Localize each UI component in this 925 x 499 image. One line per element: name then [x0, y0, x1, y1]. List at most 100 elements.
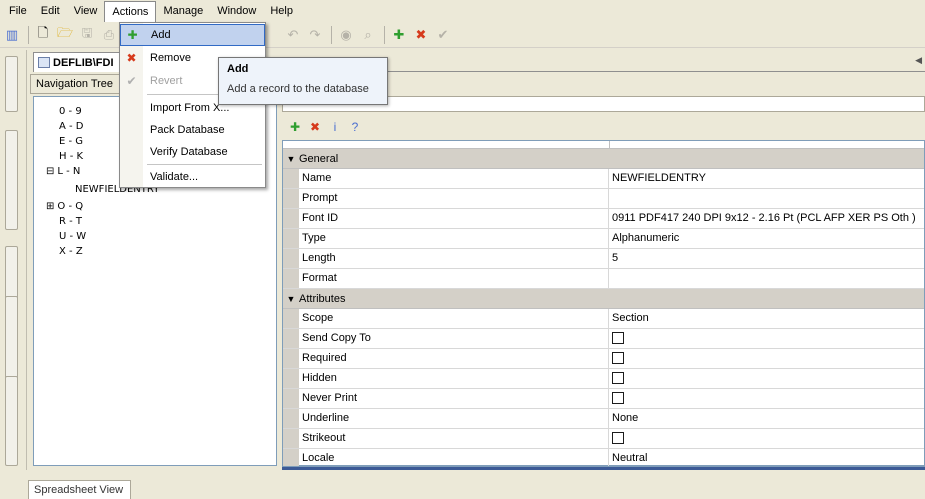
tree-node[interactable]: A - D [59, 121, 84, 132]
menu-item-pack-database[interactable]: Pack Database [120, 119, 265, 141]
menu-file[interactable]: File [2, 1, 34, 21]
menu-manage[interactable]: Manage [156, 1, 210, 21]
property-row-strikeout[interactable]: Strikeout [283, 429, 924, 449]
menu-view[interactable]: View [67, 1, 105, 21]
document-tab[interactable]: DEFLIB\FDI [33, 52, 123, 72]
property-name: Scope [299, 309, 609, 328]
property-row-send-copy-to[interactable]: Send Copy To [283, 329, 924, 349]
property-name: Length [299, 249, 609, 268]
tree-node[interactable]: R - T [59, 216, 82, 227]
menu-item-label: Validate... [150, 171, 199, 183]
tree-node[interactable]: E - G [59, 136, 83, 147]
properties-toolbar: ✚ ✖ i ? [282, 116, 925, 138]
send-copy-to-checkbox[interactable] [612, 332, 624, 345]
menu-item-label: Pack Database [150, 124, 225, 136]
property-row-prompt[interactable]: Prompt [283, 189, 924, 209]
menu-item-validate[interactable]: Validate... [120, 166, 265, 188]
tree-node[interactable]: ⊟ L - N [46, 166, 80, 177]
undo-icon[interactable]: ↶ [283, 25, 303, 45]
menu-item-label: Import From X... [150, 102, 230, 114]
property-name: Font ID [299, 209, 609, 228]
property-row-font-id[interactable]: Font ID 0911 PDF417 240 DPI 9x12 - 2.16 P… [283, 209, 924, 229]
collapse-triangle-icon[interactable]: ▼ [283, 154, 299, 164]
open-folder-icon[interactable]: 🗁 [55, 25, 75, 45]
property-value[interactable]: Section [609, 309, 924, 328]
menu-help[interactable]: Help [263, 1, 300, 21]
category-label: Attributes [299, 292, 346, 305]
tree-node[interactable]: ⊞ O - Q [46, 201, 83, 212]
property-value[interactable]: 0911 PDF417 240 DPI 9x12 - 2.16 Pt (PCL … [609, 209, 924, 228]
print-icon[interactable]: ⎙ [99, 25, 119, 45]
redo-icon[interactable]: ↷ [305, 25, 325, 45]
property-row-required[interactable]: Required [283, 349, 924, 369]
hidden-checkbox[interactable] [612, 372, 624, 385]
property-grid-header [283, 141, 924, 149]
tree-node[interactable]: U - W [59, 231, 86, 242]
side-tab-2[interactable] [5, 130, 18, 230]
property-row-format[interactable]: Format [283, 269, 924, 289]
menu-item-verify-database[interactable]: Verify Database [120, 141, 265, 163]
document-icon [38, 57, 50, 68]
tab-scroll-left-icon[interactable]: ◀ [915, 55, 922, 66]
layout-icon[interactable]: ▥ [2, 25, 22, 45]
property-name: Underline [299, 409, 609, 428]
info-icon[interactable]: i [326, 118, 344, 136]
menu-item-label: Remove [150, 52, 191, 64]
menu-item-add[interactable]: ✚ Add [120, 24, 265, 46]
property-name: Format [299, 269, 609, 288]
property-value[interactable]: None [609, 409, 924, 428]
expand-icon[interactable]: ⊞ [46, 201, 54, 212]
property-row-length[interactable]: Length 5 [283, 249, 924, 269]
required-checkbox[interactable] [612, 352, 624, 365]
new-document-icon[interactable]: 🗋 [33, 25, 53, 45]
property-row-type[interactable]: Type Alphanumeric [283, 229, 924, 249]
property-row-never-print[interactable]: Never Print [283, 389, 924, 409]
tree-node-label: O - Q [57, 201, 84, 212]
find-icon[interactable]: ⌕ [358, 25, 378, 45]
property-row-hidden[interactable]: Hidden [283, 369, 924, 389]
remove-record-icon[interactable]: ✖ [411, 25, 431, 45]
menu-item-label: Add [151, 29, 171, 41]
property-value[interactable] [609, 189, 924, 208]
property-grid: ▼ General Name NEWFIELDENTRY Prompt Font … [282, 140, 925, 469]
property-row-name[interactable]: Name NEWFIELDENTRY [283, 169, 924, 189]
never-print-checkbox[interactable] [612, 392, 624, 405]
menu-window[interactable]: Window [210, 1, 263, 21]
property-value[interactable]: Alphanumeric [609, 229, 924, 248]
tooltip-body: Add a record to the database [227, 83, 369, 95]
property-name: Strikeout [299, 429, 609, 448]
tree-node[interactable]: X - Z [59, 246, 83, 257]
menu-item-label: Verify Database [150, 146, 228, 158]
property-value[interactable] [609, 269, 924, 288]
document-tab-title: DEFLIB\FDI [53, 56, 114, 69]
revert-icon[interactable]: ✔ [433, 25, 453, 45]
side-tab-1[interactable] [5, 56, 18, 112]
collapse-triangle-icon[interactable]: ▼ [283, 294, 299, 304]
question-icon[interactable]: ? [346, 118, 364, 136]
collapse-icon[interactable]: ⊟ [46, 166, 54, 177]
property-value[interactable]: 5 [609, 249, 924, 268]
tree-node[interactable]: 0 - 9 [59, 106, 82, 117]
category-general[interactable]: ▼ General [283, 149, 924, 169]
strikeout-checkbox[interactable] [612, 432, 624, 445]
add-icon[interactable]: ✚ [286, 118, 304, 136]
property-name: Hidden [299, 369, 609, 388]
tree-node[interactable]: H - K [59, 151, 83, 162]
add-record-icon[interactable]: ✚ [389, 25, 409, 45]
property-name: Name [299, 169, 609, 188]
category-attributes[interactable]: ▼ Attributes [283, 289, 924, 309]
menu-separator [147, 164, 262, 165]
menu-actions[interactable]: Actions [104, 1, 157, 22]
side-tab-5[interactable] [5, 376, 18, 466]
property-row-underline[interactable]: Underline None [283, 409, 924, 429]
spreadsheet-view-tab[interactable]: Spreadsheet View [28, 480, 131, 499]
remove-icon[interactable]: ✖ [306, 118, 324, 136]
menu-edit[interactable]: Edit [34, 1, 67, 21]
property-value[interactable]: NEWFIELDENTRY [609, 169, 924, 188]
property-name: Required [299, 349, 609, 368]
help-icon[interactable]: ◉ [336, 25, 356, 45]
save-icon[interactable]: 🖫 [77, 25, 97, 45]
property-grid-description-bar [282, 466, 925, 470]
actions-menu: ✚ Add ✖ Remove ✔ Revert Import From X...… [119, 22, 266, 188]
property-row-scope[interactable]: Scope Section [283, 309, 924, 329]
